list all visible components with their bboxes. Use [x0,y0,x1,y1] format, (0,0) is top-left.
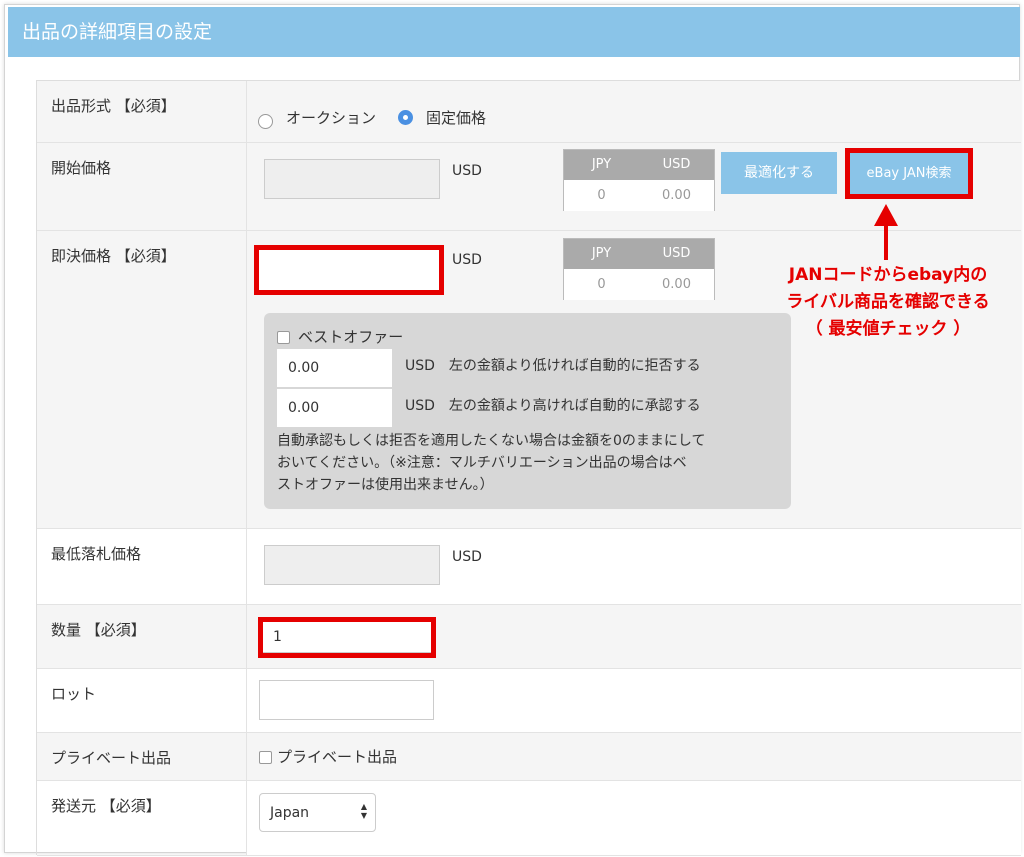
row-quantity: 数量 【必須】 [37,605,1021,669]
start-price-unit: USD [452,163,482,179]
start-usd-header: USD [639,150,714,180]
best-offer-note-line-1: 自動承認もしくは拒否を適用したくない場合は金額を0のままにして [277,433,706,449]
ship-from-label: 発送元 【必須】 [37,781,247,855]
panel-header: 出品の詳細項目の設定 [8,7,1020,57]
private-listing-label: プライベート出品 [37,733,247,780]
select-arrows-icon: ▲ ▼ [360,802,367,820]
best-offer-accept-input[interactable]: 0.00 [277,389,392,427]
annotation-line-1: JANコードからebay内の [788,265,988,285]
row-listing-format: 出品形式 【必須】 [37,81,1021,143]
jan-button-highlight [845,148,973,199]
fixed-price-radio-label[interactable]: 固定価格 [426,107,486,128]
annotation-text: JANコードからebay内の ライバル商品を確認できる （ 最安値チェック ） [770,262,1006,343]
annotation-arrow-icon [874,204,898,260]
buy-now-price-highlight [254,245,444,295]
start-price-conversion-table: JPY USD 0 0.00 [563,149,715,211]
listing-format-label: 出品形式 【必須】 [37,81,247,142]
start-jpy-value: 0 [564,180,640,211]
annotation-line-2: ライバル商品を確認できる [786,292,990,312]
ship-from-select[interactable]: Japan ▲ ▼ [259,793,376,832]
start-price-label: 開始価格 [37,143,247,230]
quantity-highlight [258,617,436,658]
auction-radio[interactable] [258,114,273,129]
private-listing-checkbox-label[interactable]: プライベート出品 [277,746,397,767]
best-offer-checkbox-label[interactable]: ベストオファー [298,326,403,347]
buy-now-price-unit: USD [452,252,482,268]
auction-radio-label[interactable]: オークション [286,107,376,128]
buy-now-price-label: 即決価格 【必須】 [37,231,247,528]
best-offer-decline-input[interactable]: 0.00 [277,349,392,387]
fixed-price-radio[interactable] [398,110,413,125]
row-reserve-price: 最低落札価格 [37,529,1021,605]
optimize-button[interactable]: 最適化する [721,152,837,194]
row-private-listing: プライベート出品 [37,733,1021,781]
reserve-price-unit: USD [452,549,482,565]
lot-input[interactable] [259,680,434,720]
best-offer-decline-text: USD 左の金額より低ければ自動的に拒否する [405,358,701,374]
buy-now-conversion-table: JPY USD 0 0.00 [563,238,715,300]
buy-now-jpy-header: JPY [564,239,640,269]
row-lot: ロット [37,669,1021,733]
buy-now-jpy-value: 0 [564,269,640,300]
buy-now-usd-header: USD [639,239,714,269]
best-offer-checkbox[interactable] [277,331,290,344]
private-listing-checkbox[interactable] [259,751,272,764]
annotation-line-3: （ 最安値チェック ） [805,319,971,339]
buy-now-usd-value: 0.00 [639,269,714,300]
reserve-price-label: 最低落札価格 [37,529,247,604]
start-price-input[interactable] [264,159,440,199]
best-offer-note-line-2: おいてください。（※注意：マルチバリエーション出品の場合はベ [277,455,687,471]
best-offer-note-line-3: ストオファーは使用出来ません。） [277,477,494,493]
start-usd-value: 0.00 [639,180,714,211]
start-jpy-header: JPY [564,150,640,180]
best-offer-accept-text: USD 左の金額より高ければ自動的に承認する [405,398,701,414]
ship-from-selected: Japan [270,804,310,821]
row-ship-from: 発送元 【必須】 [37,781,1021,856]
best-offer-note: 自動承認もしくは拒否を適用したくない場合は金額を0のままにして おいてください。… [277,430,706,496]
reserve-price-input[interactable] [264,545,440,585]
page-title: 出品の詳細項目の設定 [22,21,213,43]
quantity-label: 数量 【必須】 [37,605,247,668]
lot-label: ロット [37,669,247,732]
